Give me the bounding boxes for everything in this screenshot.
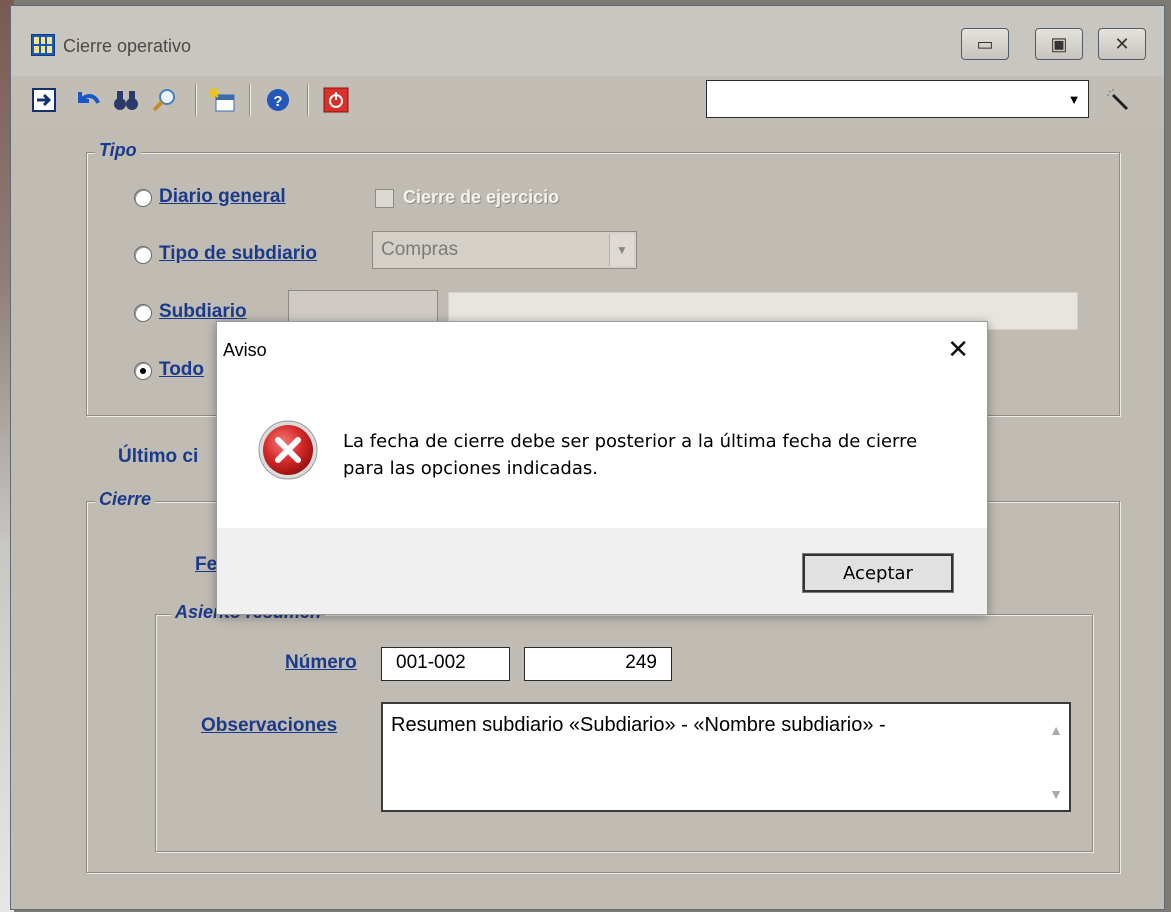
scroll-down-icon[interactable]: ▼: [1049, 786, 1063, 802]
undo-icon[interactable]: [73, 85, 103, 115]
chevron-down-icon[interactable]: ▼: [1064, 87, 1084, 111]
window-title: Cierre operativo: [63, 36, 192, 56]
observaciones-label: Observaciones: [201, 715, 338, 736]
dialog-close-icon[interactable]: ✕: [947, 336, 969, 362]
new-document-icon[interactable]: [207, 85, 237, 115]
error-icon: [257, 419, 319, 481]
label-todos: Todo: [159, 359, 205, 380]
observaciones-text: Resumen subdiario «Subdiario» - «Nombre …: [391, 714, 886, 736]
toolbar-separator: [195, 84, 197, 116]
radio-subdiario[interactable]: [134, 304, 152, 322]
chevron-down-icon[interactable]: ▼: [609, 234, 634, 266]
svg-text:?: ?: [273, 93, 282, 110]
ultimo-cierre-label: Último ci: [118, 446, 199, 467]
label-subdiario: Subdiario: [159, 301, 247, 322]
radio-diario-general[interactable]: [134, 189, 152, 207]
dialog-footer: Aceptar: [217, 528, 987, 614]
radio-todos[interactable]: [134, 362, 152, 380]
close-button[interactable]: ✕: [1098, 28, 1146, 60]
aceptar-button[interactable]: Aceptar: [802, 553, 954, 593]
dialog-title: Aviso: [223, 340, 267, 360]
magnifier-icon[interactable]: [149, 85, 179, 115]
binoculars-icon[interactable]: [111, 85, 141, 115]
help-icon[interactable]: ?: [263, 85, 293, 115]
app-grid-icon: [31, 34, 55, 56]
select-value: Compras: [381, 239, 459, 260]
power-icon[interactable]: [321, 85, 351, 115]
toolbar-separator: [307, 84, 309, 116]
numero-label: Número: [285, 652, 357, 673]
toolbar-separator: [249, 84, 251, 116]
scroll-up-icon[interactable]: ▲: [1049, 722, 1063, 738]
tipo-legend: Tipo: [95, 140, 141, 161]
arrow-right-icon[interactable]: [29, 85, 59, 115]
maximize-button[interactable]: ▣: [1035, 28, 1083, 60]
numero-prefix-field[interactable]: 001-002: [381, 647, 510, 681]
wand-icon[interactable]: [1103, 85, 1133, 115]
observaciones-textarea[interactable]: Resumen subdiario «Subdiario» - «Nombre …: [381, 702, 1071, 812]
label-tipo-subdiario: Tipo de subdiario: [159, 243, 317, 264]
radio-tipo-subdiario[interactable]: [134, 246, 152, 264]
title-bar: Cierre operativo ▭ ▣ ✕: [11, 6, 1164, 77]
cierre-legend: Cierre: [95, 489, 156, 510]
tipo-subdiario-select[interactable]: Compras ▼: [372, 231, 637, 269]
checkbox-cierre-ejercicio[interactable]: [375, 189, 394, 208]
numero-value-field[interactable]: 249: [524, 647, 672, 681]
fecha-label: Fe: [195, 554, 218, 575]
aviso-dialog: Aviso ✕ La fecha de cierre debe ser post…: [216, 321, 988, 615]
dialog-message: La fecha de cierre debe ser posterior a …: [343, 431, 918, 479]
label-cierre-ejercicio: Cierre de ejercicio: [403, 187, 560, 207]
label-diario-general: Diario general: [159, 186, 286, 207]
toolbar-combobox[interactable]: ▼: [706, 80, 1089, 118]
minimize-button[interactable]: ▭: [961, 28, 1009, 60]
